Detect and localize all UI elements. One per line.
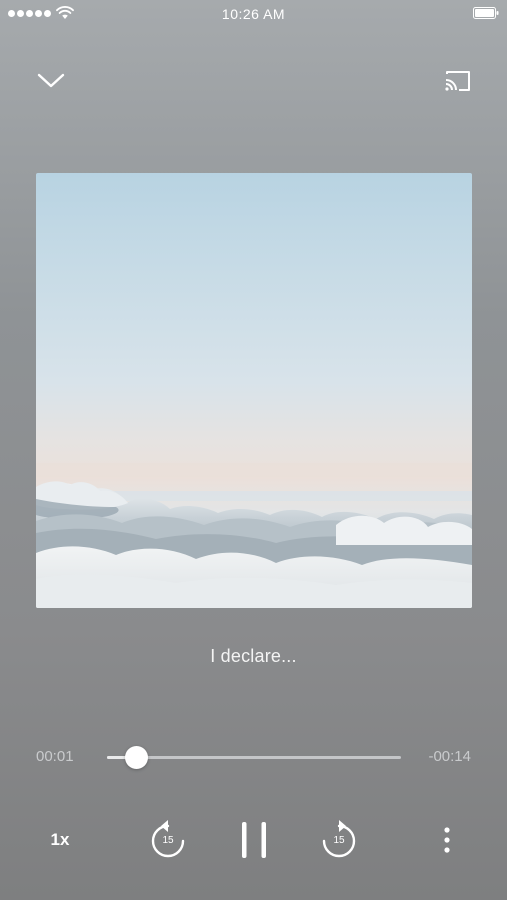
chevron-down-icon (37, 73, 65, 88)
more-options-button[interactable] (434, 822, 460, 858)
battery-icon (473, 7, 499, 19)
skip-back-button[interactable]: 15 (148, 819, 188, 861)
status-time: 10:26 AM (221, 6, 286, 22)
pause-icon (242, 822, 266, 858)
cast-icon (445, 71, 470, 91)
collapse-player-button[interactable] (34, 64, 68, 98)
more-vertical-icon (444, 827, 450, 853)
elapsed-time: 00:01 (36, 748, 74, 765)
album-artwork (36, 173, 472, 608)
clouds-illustration (36, 463, 472, 608)
cast-button[interactable] (441, 64, 475, 98)
progress-thumb[interactable] (125, 746, 149, 769)
skip-back-seconds: 15 (162, 835, 174, 846)
skip-forward-seconds: 15 (333, 835, 345, 846)
track-title: I declare... (210, 646, 297, 666)
status-bar: 10:26 AM (0, 0, 507, 28)
playback-speed-button[interactable]: 1x (42, 825, 78, 855)
remaining-time: -00:14 (428, 748, 471, 765)
pause-button[interactable] (234, 816, 274, 864)
skip-forward-button[interactable]: 15 (319, 819, 359, 861)
progress-slider[interactable] (107, 746, 401, 769)
